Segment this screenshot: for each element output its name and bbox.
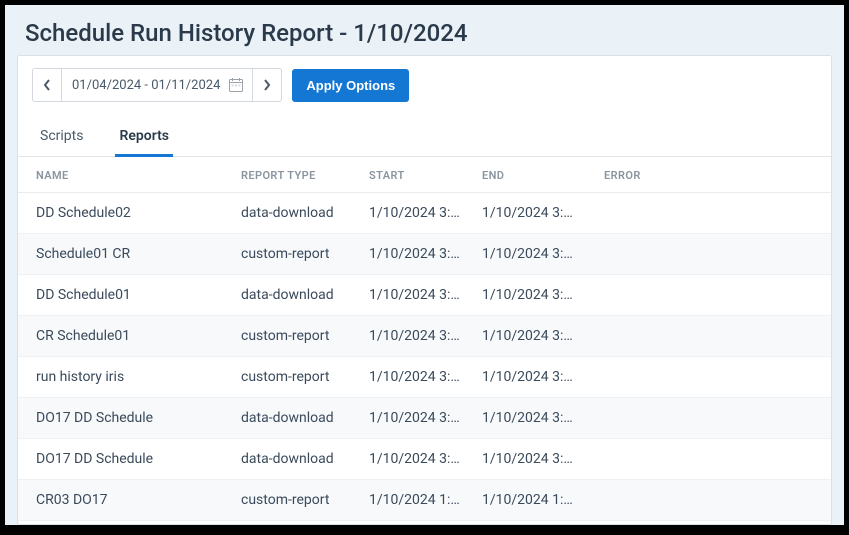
table-row[interactable]: run history iriscustom-report1/10/2024 3… [18,357,831,398]
date-range-group: 01/04/2024 - 01/11/2024 [32,68,282,102]
cell-type: custom-report [241,492,369,508]
cell-start: 1/10/2024 3:… [369,328,482,344]
page-title: Schedule Run History Report - 1/10/2024 [5,5,844,55]
cell-name: CR03 DO17 [36,492,241,508]
table-body: DD Schedule02data-download1/10/2024 3:…1… [18,193,831,521]
col-header-type[interactable]: REPORT TYPE [241,169,369,182]
cell-name: DD Schedule01 [36,287,241,303]
cell-start: 1/10/2024 3:… [369,369,482,385]
date-range-picker[interactable]: 01/04/2024 - 01/11/2024 [62,68,252,102]
cell-start: 1/10/2024 3:… [369,451,482,467]
tab-reports[interactable]: Reports [115,120,173,157]
date-prev-button[interactable] [32,68,62,102]
cell-end: 1/10/2024 1:… [482,492,604,508]
cell-error [604,492,813,508]
cell-error [604,328,813,344]
cell-type: data-download [241,410,369,426]
date-range-text: 01/04/2024 - 01/11/2024 [72,78,220,93]
cell-name: CR Schedule01 [36,328,241,344]
col-header-start[interactable]: START [369,169,482,182]
cell-name: run history iris [36,369,241,385]
cell-type: data-download [241,451,369,467]
cell-error [604,369,813,385]
table-row[interactable]: DO17 DD Scheduledata-download1/10/2024 3… [18,398,831,439]
tab-scripts[interactable]: Scripts [36,120,87,157]
cell-start: 1/10/2024 3:… [369,287,482,303]
cell-name: DO17 DD Schedule [36,410,241,426]
table-row[interactable]: Schedule01 CRcustom-report1/10/2024 3:…1… [18,234,831,275]
cell-error [604,287,813,303]
cell-type: custom-report [241,328,369,344]
cell-end: 1/10/2024 3:… [482,287,604,303]
cell-end: 1/10/2024 3:… [482,451,604,467]
chevron-right-icon [263,79,271,91]
col-header-error[interactable]: ERROR [604,169,813,182]
tabs: Scripts Reports [18,112,831,157]
cell-start: 1/10/2024 3:… [369,205,482,221]
table-row[interactable]: CR Schedule01custom-report1/10/2024 3:…1… [18,316,831,357]
cell-type: custom-report [241,369,369,385]
cell-end: 1/10/2024 3:… [482,246,604,262]
table-row[interactable]: DD Schedule02data-download1/10/2024 3:…1… [18,193,831,234]
cell-error [604,205,813,221]
col-header-name[interactable]: NAME [36,169,241,182]
cell-name: DD Schedule02 [36,205,241,221]
cell-start: 1/10/2024 3:… [369,410,482,426]
calendar-icon [228,77,244,93]
cell-name: Schedule01 CR [36,246,241,262]
date-next-button[interactable] [252,68,282,102]
cell-type: custom-report [241,246,369,262]
chevron-left-icon [43,79,51,91]
cell-error [604,246,813,262]
apply-options-button[interactable]: Apply Options [292,69,409,102]
table-header: NAME REPORT TYPE START END ERROR [18,157,831,193]
main-panel: 01/04/2024 - 01/11/2024 Apply Options Sc… [17,55,832,525]
cell-type: data-download [241,287,369,303]
cell-type: data-download [241,205,369,221]
cell-error [604,410,813,426]
cell-end: 1/10/2024 3:… [482,205,604,221]
table-row[interactable]: DO17 DD Scheduledata-download1/10/2024 3… [18,439,831,480]
table-row[interactable]: DD Schedule01data-download1/10/2024 3:…1… [18,275,831,316]
cell-start: 1/10/2024 1:… [369,492,482,508]
cell-end: 1/10/2024 3:… [482,328,604,344]
reports-table: NAME REPORT TYPE START END ERROR DD Sche… [18,157,831,521]
cell-end: 1/10/2024 3:… [482,369,604,385]
cell-end: 1/10/2024 3:… [482,410,604,426]
toolbar: 01/04/2024 - 01/11/2024 Apply Options [18,56,831,112]
cell-start: 1/10/2024 3:… [369,246,482,262]
col-header-end[interactable]: END [482,169,604,182]
cell-name: DO17 DD Schedule [36,451,241,467]
table-row[interactable]: CR03 DO17custom-report1/10/2024 1:…1/10/… [18,480,831,521]
cell-error [604,451,813,467]
